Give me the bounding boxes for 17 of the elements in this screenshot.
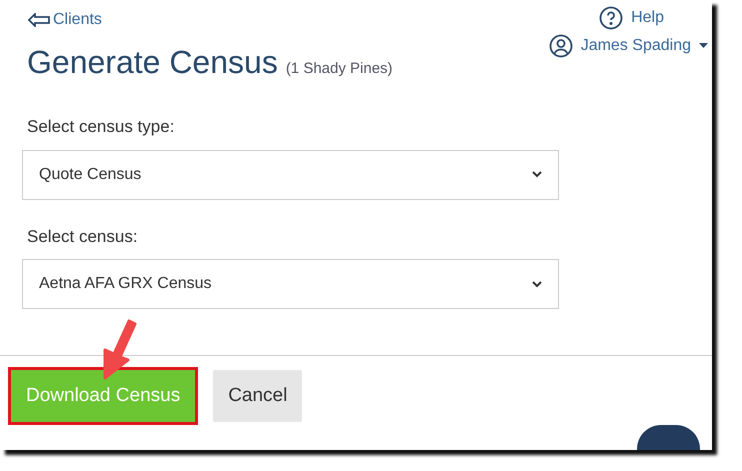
help-icon	[599, 6, 624, 30]
back-arrow-icon	[27, 13, 51, 27]
chevron-down-icon	[532, 171, 542, 178]
select-field[interactable]: Quote Census	[22, 150, 559, 200]
page-title: Generate Census	[27, 43, 278, 82]
user-menu[interactable]: James Spading	[548, 34, 708, 58]
help-link[interactable]: Help	[599, 6, 664, 30]
chevron-down-icon	[532, 280, 542, 288]
back-link[interactable]: Clients	[27, 8, 393, 32]
field-label: Select census:	[26, 226, 139, 248]
cancel-button[interactable]: Cancel	[213, 370, 302, 422]
caret-icon	[699, 43, 708, 49]
page-subtitle: (1 Shady Pines)	[286, 59, 393, 79]
user-icon	[548, 34, 573, 58]
field-label: Select census type:	[26, 116, 176, 138]
chat-button[interactable]	[637, 425, 700, 450]
select-field[interactable]: Aetna AFA GRX Census	[22, 259, 559, 309]
